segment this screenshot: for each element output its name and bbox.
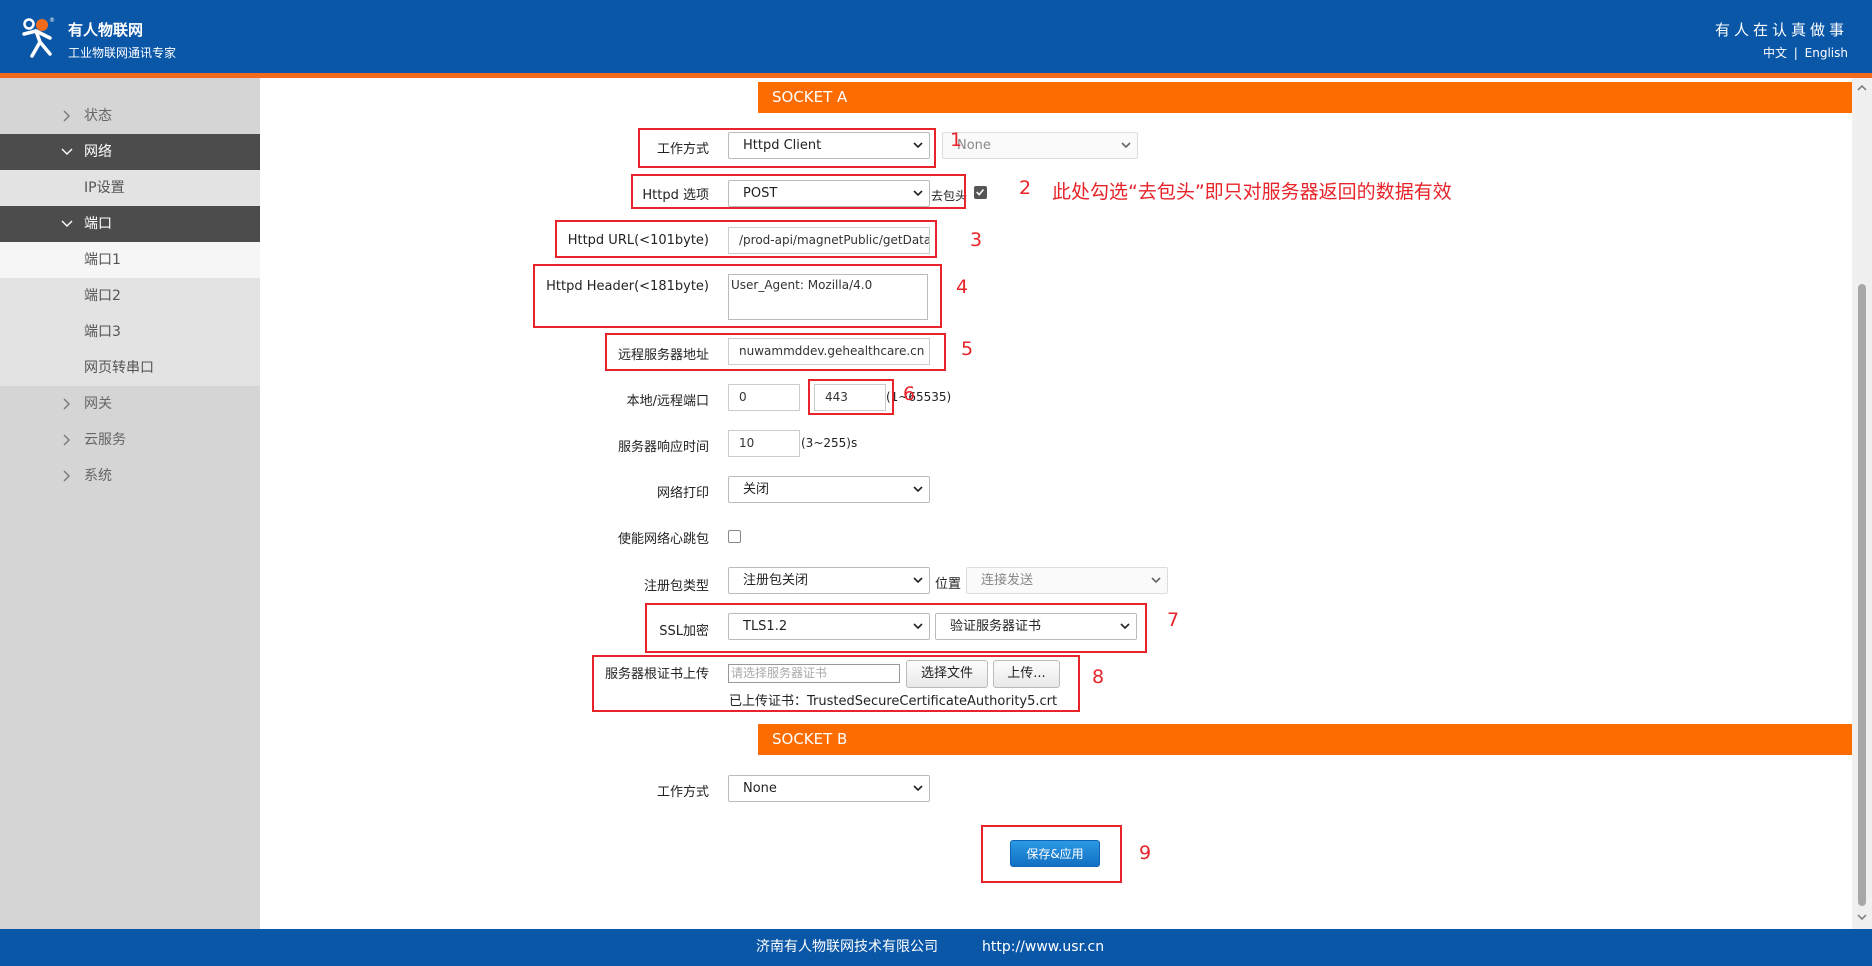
annotation-number-9: 9: [1139, 842, 1152, 864]
chevron-right-icon: [63, 434, 70, 446]
net-print-label: 网络打印: [656, 486, 709, 501]
sidebar-item-system[interactable]: 系统: [0, 458, 260, 494]
lang-zh-link[interactable]: 中文: [1763, 46, 1787, 60]
socket-b-header: SOCKET B: [758, 724, 1870, 755]
sidebar-item-label: 云服务: [84, 432, 126, 448]
usr-logo-icon: ®: [22, 17, 55, 58]
annotation-box-2: [631, 174, 966, 209]
net-print-value: 关闭: [743, 482, 770, 497]
socket-a-header: SOCKET A: [758, 82, 1870, 113]
sidebar-item-port[interactable]: 端口: [0, 206, 260, 242]
annotation-number-6: 6: [903, 383, 916, 405]
svg-text:®: ®: [49, 17, 55, 24]
annotation-box-6: [808, 379, 894, 415]
sidebar-item-status[interactable]: 状态: [0, 98, 260, 134]
annotation-box-7: [645, 603, 1147, 653]
register-type-select[interactable]: 注册包关闭: [728, 567, 930, 594]
scrollbar-thumb[interactable]: [1858, 284, 1866, 906]
chevron-down-icon: [913, 785, 923, 792]
sidebar-nav: 状态 网络 IP设置 端口 端口1 端口2 端口3 网页转串口 网关 云服务 系…: [0, 78, 260, 929]
annotation-number-3: 3: [970, 229, 983, 251]
chevron-down-icon: [913, 486, 923, 493]
sidebar-item-port3[interactable]: 端口3: [0, 314, 260, 350]
response-time-unit: (3~255)s: [801, 436, 858, 450]
sidebar-item-ip-settings[interactable]: IP设置: [0, 170, 260, 206]
annotation-box-9: [981, 825, 1122, 883]
sidebar-item-port1[interactable]: 端口1: [0, 242, 260, 278]
socket-b-work-mode-select[interactable]: None: [728, 775, 930, 802]
sidebar-item-label: IP设置: [84, 180, 125, 196]
app-header: ® 有人物联网 工业物联网通讯专家 有人在认真做事 中文 | English: [0, 0, 1872, 73]
chevron-down-icon: [61, 220, 73, 227]
lang-separator: |: [1793, 46, 1798, 60]
slogan: 有人在认真做事: [1714, 21, 1848, 39]
sidebar-item-port2[interactable]: 端口2: [0, 278, 260, 314]
ports-label: 本地/远程端口: [626, 394, 709, 409]
language-switcher: 中文 | English: [1763, 44, 1848, 61]
annotation-number-1: 1: [950, 129, 963, 151]
footer-url[interactable]: http://www.usr.cn: [982, 929, 1104, 966]
sidebar-item-label: 系统: [84, 468, 112, 484]
main-content: SOCKET A 工作方式 Httpd Client None Httpd 选项…: [260, 78, 1870, 929]
brand-subtitle: 工业物联网通讯专家: [68, 46, 177, 60]
footer-company: 济南有人物联网技术有限公司: [756, 939, 938, 955]
annotation-number-7: 7: [1167, 609, 1180, 631]
socket-b-work-mode-value: None: [743, 781, 777, 796]
chevron-down-icon: [61, 148, 73, 155]
strip-header-checkbox[interactable]: [974, 186, 987, 199]
sidebar-item-network[interactable]: 网络: [0, 134, 260, 170]
register-position-value: 连接发送: [981, 573, 1034, 588]
chevron-right-icon: [63, 110, 70, 122]
register-position-select[interactable]: 连接发送: [966, 567, 1168, 594]
annotation-box-8: [592, 655, 1080, 712]
local-port-input[interactable]: 0: [728, 384, 800, 411]
annotation-number-5: 5: [961, 338, 974, 360]
sidebar-item-gateway[interactable]: 网关: [0, 386, 260, 422]
scroll-down-arrow-icon[interactable]: [1857, 913, 1867, 921]
chevron-right-icon: [63, 398, 70, 410]
sidebar-item-label: 端口2: [84, 288, 121, 304]
socket-b-work-mode-label: 工作方式: [656, 785, 709, 800]
annotation-box-5: [605, 333, 946, 371]
annotation-note-2: 此处勾选“去包头”即只对服务器返回的数据有效: [1052, 181, 1452, 203]
sidebar-item-label: 状态: [84, 108, 112, 124]
annotation-number-8: 8: [1092, 666, 1105, 688]
sidebar-item-label: 端口: [84, 216, 112, 232]
annotation-number-2: 2: [1019, 177, 1032, 199]
sidebar-item-label: 网页转串口: [84, 360, 154, 376]
chevron-right-icon: [63, 470, 70, 482]
annotation-box-4: [533, 264, 942, 328]
register-position-label: 位置: [935, 577, 962, 592]
vertical-scrollbar[interactable]: [1852, 78, 1872, 929]
work-mode-secondary-select[interactable]: None: [942, 132, 1138, 159]
annotation-box-1: [638, 128, 936, 168]
sidebar-item-label: 端口3: [84, 324, 121, 340]
response-time-label: 服务器响应时间: [617, 440, 709, 455]
sidebar-item-label: 端口1: [84, 252, 121, 268]
sidebar-item-web-to-serial[interactable]: 网页转串口: [0, 350, 260, 386]
lang-en-link[interactable]: English: [1805, 46, 1848, 60]
chevron-down-icon: [1121, 142, 1131, 149]
port-range-hint: (1~65535): [886, 390, 952, 404]
heartbeat-checkbox[interactable]: [728, 530, 741, 543]
chevron-down-icon: [1151, 577, 1161, 584]
register-type-label: 注册包类型: [643, 579, 709, 594]
net-print-select[interactable]: 关闭: [728, 476, 930, 503]
sidebar-item-cloud-service[interactable]: 云服务: [0, 422, 260, 458]
heartbeat-label: 使能网络心跳包: [617, 532, 709, 547]
app-footer: 济南有人物联网技术有限公司 http://www.usr.cn: [0, 929, 1872, 966]
sidebar-item-label: 网络: [84, 144, 112, 160]
response-time-input[interactable]: 10: [728, 430, 800, 457]
sidebar-item-label: 网关: [84, 396, 112, 412]
register-type-value: 注册包关闭: [743, 573, 809, 588]
annotation-number-4: 4: [956, 276, 969, 298]
chevron-down-icon: [913, 577, 923, 584]
scroll-up-arrow-icon[interactable]: [1857, 84, 1867, 92]
brand-name: 有人物联网: [68, 21, 144, 39]
annotation-box-3: [555, 220, 937, 258]
checkmark-icon: [976, 189, 985, 196]
